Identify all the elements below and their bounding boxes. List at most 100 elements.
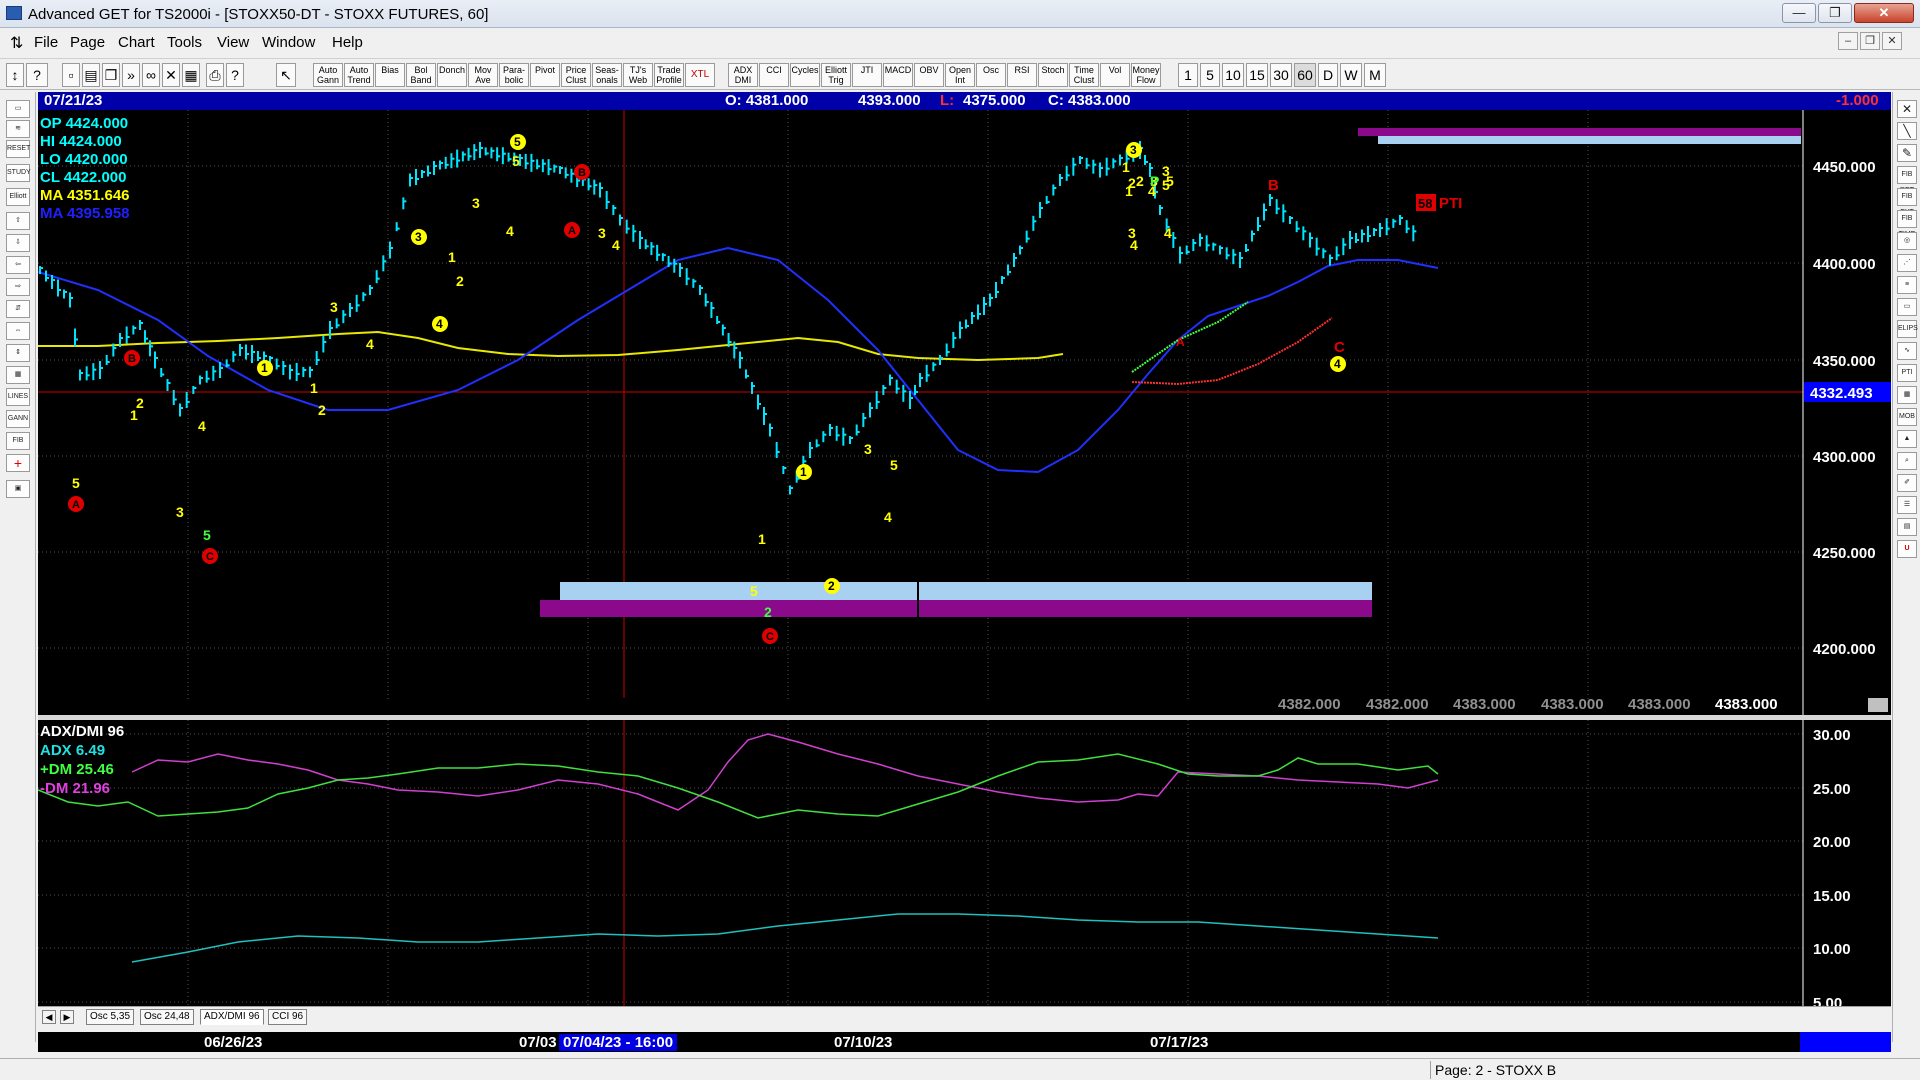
study-bol-band-button[interactable]: Bol Band xyxy=(406,63,436,87)
printer-icon[interactable]: ⎙ xyxy=(206,63,224,87)
close-button[interactable]: ✕ xyxy=(1854,3,1914,23)
interval-30-button[interactable]: 30 xyxy=(1270,63,1292,87)
study-cci-button[interactable]: CCI xyxy=(759,63,789,87)
lines-tool-button[interactable]: LINES xyxy=(6,388,30,406)
menu-tools[interactable]: Tools xyxy=(167,34,202,51)
chart-scan-icon[interactable]: ≋ xyxy=(6,120,30,138)
whatis-icon[interactable]: ↖ xyxy=(276,63,296,87)
study-tool-button[interactable]: STUDY xyxy=(6,164,31,182)
study-stoch-button[interactable]: Stoch xyxy=(1038,63,1068,87)
elliott-tool-button[interactable]: Elliott xyxy=(6,188,30,206)
wave-icon[interactable]: ∿ xyxy=(1897,342,1917,360)
arrow-right-icon[interactable]: ⇨ xyxy=(6,278,30,296)
study-auto-trend-button[interactable]: Auto Trend xyxy=(344,63,374,87)
interval-1-button[interactable]: 1 xyxy=(1178,63,1198,87)
interval-m-button[interactable]: M xyxy=(1364,63,1386,87)
interval-d-button[interactable]: D xyxy=(1318,63,1338,87)
tab-adx-dmi-96[interactable]: ADX/DMI 96 xyxy=(200,1009,264,1025)
magnifier-icon[interactable]: ⌕ xyxy=(1897,452,1917,470)
new-page-icon[interactable]: ▫ xyxy=(62,63,80,87)
study-osc-button[interactable]: Osc xyxy=(976,63,1006,87)
date-axis-scroll-indicator[interactable] xyxy=(1800,1032,1891,1052)
fib-ext-button[interactable]: FIB EXT xyxy=(1897,188,1917,216)
notes-icon[interactable]: ▤ xyxy=(1897,518,1917,536)
close-chart-icon[interactable]: ✕ xyxy=(1897,100,1917,118)
study-elliott-trig-button[interactable]: Elliott Trig xyxy=(821,63,851,87)
price-chart[interactable]: OP 4424.000 HI 4424.000 LO 4420.000 CL 4… xyxy=(37,110,1891,715)
pti-button[interactable]: PTI xyxy=(1897,364,1917,382)
tab-next-button[interactable]: ▶ xyxy=(60,1010,74,1024)
study-adx-dmi-button[interactable]: ADX DMI xyxy=(728,63,758,87)
study-auto-gann-button[interactable]: Auto Gann xyxy=(313,63,343,87)
tab-osc-5-35[interactable]: Osc 5,35 xyxy=(86,1009,135,1025)
interval-60-button[interactable]: 60 xyxy=(1294,63,1316,87)
calculator-icon[interactable]: ▣ xyxy=(6,480,30,498)
chart-corner-icon[interactable] xyxy=(1868,698,1888,712)
study-money-flow-button[interactable]: Money Flow xyxy=(1131,63,1161,87)
menu-view[interactable]: View xyxy=(217,34,249,51)
study-mov-ave-button[interactable]: Mov Ave xyxy=(468,63,498,87)
menu-page[interactable]: Page xyxy=(70,34,105,51)
forward-icon[interactable]: » xyxy=(122,63,140,87)
zoom-height-icon[interactable]: ⇕ xyxy=(6,344,30,362)
menu-file[interactable]: File xyxy=(34,34,58,51)
study-jti-button[interactable]: JTI xyxy=(852,63,882,87)
up-arrow-icon[interactable]: ▲ xyxy=(1897,430,1917,448)
fib-time-button[interactable]: FIB TIME xyxy=(1897,210,1917,238)
expand-icon[interactable]: ⇔ xyxy=(6,322,30,340)
study-vol-button[interactable]: Vol xyxy=(1100,63,1130,87)
study-time-clust-button[interactable]: Time Clust xyxy=(1069,63,1099,87)
crosshair-icon[interactable]: + xyxy=(6,454,30,472)
study-xtl-button[interactable]: XTL xyxy=(685,63,715,87)
study-cycles-button[interactable]: Cycles xyxy=(790,63,820,87)
study-rsi-button[interactable]: RSI xyxy=(1007,63,1037,87)
study-tjs-web-button[interactable]: TJ's Web xyxy=(623,63,653,87)
study-macd-button[interactable]: MACD xyxy=(883,63,913,87)
layout-icon[interactable]: ▦ xyxy=(182,63,200,87)
price-chart-canvas[interactable]: OP 4424.000 HI 4424.000 LO 4420.000 CL 4… xyxy=(37,110,1891,715)
study-parabolic-button[interactable]: Para-bolic xyxy=(499,63,529,87)
tab-prev-button[interactable]: ◀ xyxy=(42,1010,56,1024)
minimize-button[interactable]: — xyxy=(1782,3,1816,23)
pointer-tool-icon[interactable]: ↕ xyxy=(6,63,24,87)
interval-5-button[interactable]: 5 xyxy=(1200,63,1220,87)
menu-help[interactable]: Help xyxy=(332,34,363,51)
adx-dmi-panel[interactable]: ADX/DMI 96 ADX 6.49 +DM 25.46 -DM 21.96 … xyxy=(37,720,1891,1012)
magnet-icon[interactable]: U xyxy=(1897,540,1917,558)
trendline-icon[interactable]: ╲ xyxy=(1897,122,1917,140)
interval-15-button[interactable]: 15 xyxy=(1246,63,1268,87)
mob-button[interactable]: MOB xyxy=(1897,408,1917,426)
study-seasonals-button[interactable]: Seas-onals xyxy=(592,63,622,87)
study-obv-button[interactable]: OBV xyxy=(914,63,944,87)
cross-icon[interactable]: ✕ xyxy=(162,63,180,87)
gann-tool-button[interactable]: GANN xyxy=(6,410,30,428)
print-icon[interactable]: ▤ xyxy=(82,63,100,87)
link-icon[interactable]: ∞ xyxy=(142,63,160,87)
adx-dmi-canvas[interactable]: ADX/DMI 96 ADX 6.49 +DM 25.46 -DM 21.96 … xyxy=(37,720,1891,1012)
interval-w-button[interactable]: W xyxy=(1340,63,1362,87)
fib-tool-button[interactable]: FIB xyxy=(6,432,30,450)
copy-icon[interactable]: ❐ xyxy=(102,63,120,87)
arrow-left-icon[interactable]: ⇦ xyxy=(6,256,30,274)
study-open-int-button[interactable]: Open Int xyxy=(945,63,975,87)
table-icon[interactable]: ▦ xyxy=(1897,386,1917,404)
list-icon[interactable]: ☰ xyxy=(1897,496,1917,514)
restore-button[interactable]: ❐ xyxy=(1818,3,1852,23)
fib-ret-button[interactable]: FIB RET xyxy=(1897,166,1917,194)
arrow-down-icon[interactable]: ⇩ xyxy=(6,234,30,252)
compress-icon[interactable]: ⇵ xyxy=(6,300,30,318)
study-bias-button[interactable]: Bias xyxy=(375,63,405,87)
box-icon[interactable]: ▭ xyxy=(1897,298,1917,316)
study-trade-profile-button[interactable]: Trade Profile xyxy=(654,63,684,87)
grid-icon[interactable]: ▦ xyxy=(6,366,30,384)
open-folder-icon[interactable]: ▭ xyxy=(6,100,30,118)
fan-icon[interactable]: ⋰ xyxy=(1897,254,1917,272)
channel-icon[interactable]: ≡ xyxy=(1897,276,1917,294)
help-cursor-icon[interactable]: ? xyxy=(26,63,48,87)
study-donch-button[interactable]: Donch xyxy=(437,63,467,87)
study-pivot-button[interactable]: Pivot xyxy=(530,63,560,87)
mdi-minimize-button[interactable]: – xyxy=(1838,32,1858,50)
study-price-clust-button[interactable]: Price Clust xyxy=(561,63,591,87)
tab-osc-24-48[interactable]: Osc 24,48 xyxy=(140,1009,194,1025)
ruler-icon[interactable]: ✐ xyxy=(1897,474,1917,492)
